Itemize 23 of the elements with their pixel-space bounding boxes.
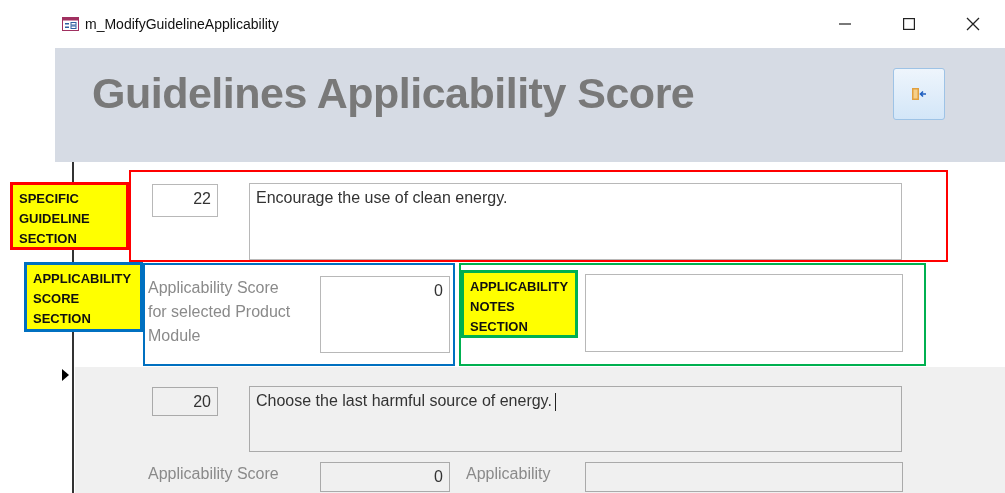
score-field[interactable]: 0 (320, 462, 450, 492)
guideline-field[interactable]: Encourage the use of clean energy. (249, 183, 902, 260)
section-callout: APPLICABILITY SCORE SECTION (24, 262, 143, 332)
form-icon (62, 17, 79, 31)
form-title: Guidelines Applicability Score (92, 68, 695, 119)
maximize-icon (903, 18, 915, 30)
score-field[interactable]: 0 (320, 276, 450, 353)
section-callout: APPLICABILITY NOTES SECTION (461, 270, 578, 338)
exit-button[interactable] (893, 68, 945, 120)
text-cursor (554, 392, 556, 411)
score-label: Applicability Score for selected Product Module (148, 278, 292, 346)
exit-icon (911, 87, 927, 101)
id-field[interactable]: 20 (152, 387, 218, 416)
minimize-icon (839, 23, 851, 25)
id-field[interactable]: 22 (152, 184, 218, 217)
notes-field[interactable] (585, 274, 903, 352)
close-icon (966, 17, 980, 31)
section-callout: SPECIFIC GUIDELINE SECTION (10, 182, 129, 250)
score-label: Applicability Score (148, 464, 280, 484)
guideline-field[interactable]: Choose the last harmful source of energy. (249, 386, 902, 452)
notes-label: Applicability (466, 464, 551, 484)
window-title: m_ModifyGuidelineApplicability (85, 14, 279, 34)
notes-field[interactable] (585, 462, 903, 492)
